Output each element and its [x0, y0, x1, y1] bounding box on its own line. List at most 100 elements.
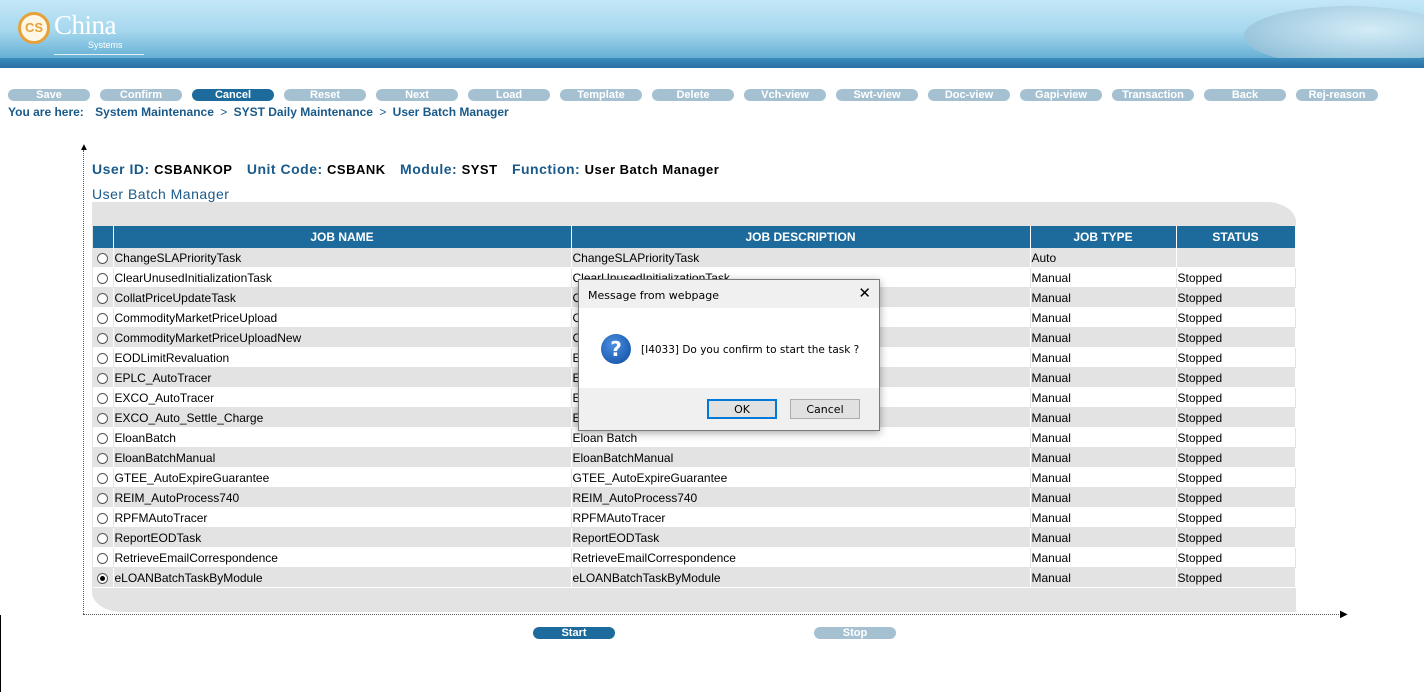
- row-select-cell: [93, 367, 114, 388]
- row-radio-button[interactable]: [97, 352, 108, 364]
- logo: CS China Systems: [18, 10, 158, 55]
- job-name-cell: REIM_AutoProcess740: [113, 487, 572, 508]
- job-name-cell: EloanBatch: [113, 427, 572, 448]
- status-cell: Stopped: [1176, 507, 1296, 528]
- table-row[interactable]: REIM_AutoProcess740 REIM_AutoProcess740 Ma…: [93, 487, 1296, 508]
- toolbar-button-transaction[interactable]: Transaction: [1112, 89, 1194, 101]
- dialog-title: Message from webpage: [588, 289, 720, 302]
- status-cell: Stopped: [1176, 367, 1296, 388]
- job-description-cell: GTEE_AutoExpireGuarantee: [571, 467, 1031, 488]
- status-cell: Stopped: [1176, 387, 1296, 408]
- row-radio-button[interactable]: [97, 452, 108, 464]
- job-name-cell: CommodityMarketPriceUpload: [113, 307, 572, 328]
- row-radio-button[interactable]: [97, 552, 108, 564]
- close-icon[interactable]: ✕: [858, 285, 871, 301]
- job-name-cell: ReportEODTask: [113, 527, 572, 548]
- row-radio-button[interactable]: [97, 532, 108, 544]
- job-type-cell: Manual: [1030, 527, 1177, 548]
- dialog-cancel-button[interactable]: Cancel: [790, 399, 860, 419]
- column-header-job-name: JOB NAME: [113, 226, 572, 248]
- table-row[interactable]: ChangeSLAPriorityTask ChangeSLAPriorityTa…: [93, 248, 1296, 268]
- start-button[interactable]: Start: [533, 627, 615, 639]
- row-radio-button[interactable]: [97, 472, 108, 484]
- status-cell: Stopped: [1176, 547, 1296, 568]
- job-name-cell: RPFMAutoTracer: [113, 507, 572, 528]
- toolbar-button-reset[interactable]: Reset: [284, 89, 366, 101]
- breadcrumb-item-syst-daily[interactable]: SYST Daily Maintenance: [234, 105, 373, 119]
- breadcrumb-separator: >: [220, 105, 228, 119]
- row-select-cell: [93, 327, 114, 348]
- ok-button[interactable]: OK: [707, 399, 777, 419]
- table-row[interactable]: ReportEODTask ReportEODTask Manual Stopped: [93, 527, 1296, 548]
- toolbar-button-cancel[interactable]: Cancel: [192, 89, 274, 101]
- status-cell: Stopped: [1176, 347, 1296, 368]
- module-value: SYST: [461, 162, 498, 177]
- table-row[interactable]: RPFMAutoTracer RPFMAutoTracer Manual Stoppe…: [93, 507, 1296, 528]
- row-select-cell: [93, 547, 114, 568]
- row-select-cell: [93, 307, 114, 328]
- toolbar-button-template[interactable]: Template: [560, 89, 642, 101]
- row-radio-button[interactable]: [97, 332, 108, 344]
- toolbar-button-save[interactable]: Save: [8, 89, 90, 101]
- status-cell: [1176, 248, 1296, 268]
- table-row[interactable]: EloanBatchManual EloanBatchManual Manual St…: [93, 447, 1296, 468]
- job-name-cell: ChangeSLAPriorityTask: [113, 248, 572, 268]
- breadcrumb: You are here: System Maintenance > SYST …: [8, 105, 509, 119]
- row-radio-button[interactable]: [97, 572, 108, 584]
- job-description-cell: ChangeSLAPriorityTask: [571, 248, 1031, 268]
- job-type-cell: Manual: [1030, 307, 1177, 328]
- stop-button[interactable]: Stop: [814, 627, 896, 639]
- row-select-cell: [93, 487, 114, 508]
- row-radio-button[interactable]: [97, 512, 108, 524]
- unit-code-label: Unit Code:: [246, 161, 323, 177]
- toolbar-button-back[interactable]: Back: [1204, 89, 1286, 101]
- toolbar-button-vch-view[interactable]: Vch-view: [744, 89, 826, 101]
- column-header-job-type: JOB TYPE: [1030, 226, 1177, 248]
- job-type-cell: Manual: [1030, 407, 1177, 428]
- toolbar-button-next[interactable]: Next: [376, 89, 458, 101]
- frame-horizontal-line: [83, 614, 1343, 615]
- toolbar-button-confirm[interactable]: Confirm: [100, 89, 182, 101]
- job-name-cell: EloanBatchManual: [113, 447, 572, 468]
- toolbar-button-load[interactable]: Load: [468, 89, 550, 101]
- logo-underline: [54, 54, 144, 55]
- status-cell: Stopped: [1176, 287, 1296, 308]
- row-radio-button[interactable]: [97, 432, 108, 444]
- toolbar-button-doc-view[interactable]: Doc-view: [928, 89, 1010, 101]
- frame-vertical-line: [83, 150, 84, 614]
- header-banner: CS China Systems: [0, 0, 1424, 68]
- row-radio-button[interactable]: [97, 292, 108, 304]
- job-type-cell: Manual: [1030, 467, 1177, 488]
- row-radio-button[interactable]: [97, 492, 108, 504]
- toolbar-button-delete[interactable]: Delete: [652, 89, 734, 101]
- status-cell: Stopped: [1176, 327, 1296, 348]
- row-radio-button[interactable]: [97, 252, 108, 264]
- toolbar-button-swt-view[interactable]: Swt-view: [836, 89, 918, 101]
- column-header-select: [93, 226, 114, 248]
- row-radio-button[interactable]: [97, 272, 108, 284]
- row-radio-button[interactable]: [97, 372, 108, 384]
- breadcrumb-item-system-maintenance[interactable]: System Maintenance: [95, 105, 214, 119]
- job-name-cell: eLOANBatchTaskByModule: [113, 567, 572, 588]
- job-name-cell: RetrieveEmailCorrespondence: [113, 547, 572, 568]
- row-select-cell: [93, 427, 114, 448]
- unit-code-value: CSBANK: [327, 162, 386, 177]
- row-radio-button[interactable]: [97, 412, 108, 424]
- table-row[interactable]: RetrieveEmailCorrespondence RetrieveEmail…: [93, 547, 1296, 568]
- status-cell: Stopped: [1176, 467, 1296, 488]
- table-row[interactable]: GTEE_AutoExpireGuarantee GTEE_AutoExpireG…: [93, 467, 1296, 488]
- module-label: Module:: [400, 161, 458, 177]
- toolbar-button-gapi-view[interactable]: Gapi-view: [1020, 89, 1102, 101]
- toolbar-button-rej-reason[interactable]: Rej-reason: [1296, 89, 1378, 101]
- status-cell: Stopped: [1176, 427, 1296, 448]
- job-name-cell: EODLimitRevaluation: [113, 347, 572, 368]
- row-radio-button[interactable]: [97, 392, 108, 404]
- status-cell: Stopped: [1176, 447, 1296, 468]
- context-info: User ID: CSBANKOP Unit Code: CSBANK Modu…: [92, 161, 729, 177]
- table-row[interactable]: eLOANBatchTaskByModule eLOANBatchTaskByMo…: [93, 567, 1296, 588]
- column-header-status: STATUS: [1176, 226, 1296, 248]
- row-select-cell: [93, 267, 114, 288]
- section-title: User Batch Manager: [92, 186, 230, 202]
- row-radio-button[interactable]: [97, 312, 108, 324]
- breadcrumb-item-user-batch[interactable]: User Batch Manager: [393, 105, 509, 119]
